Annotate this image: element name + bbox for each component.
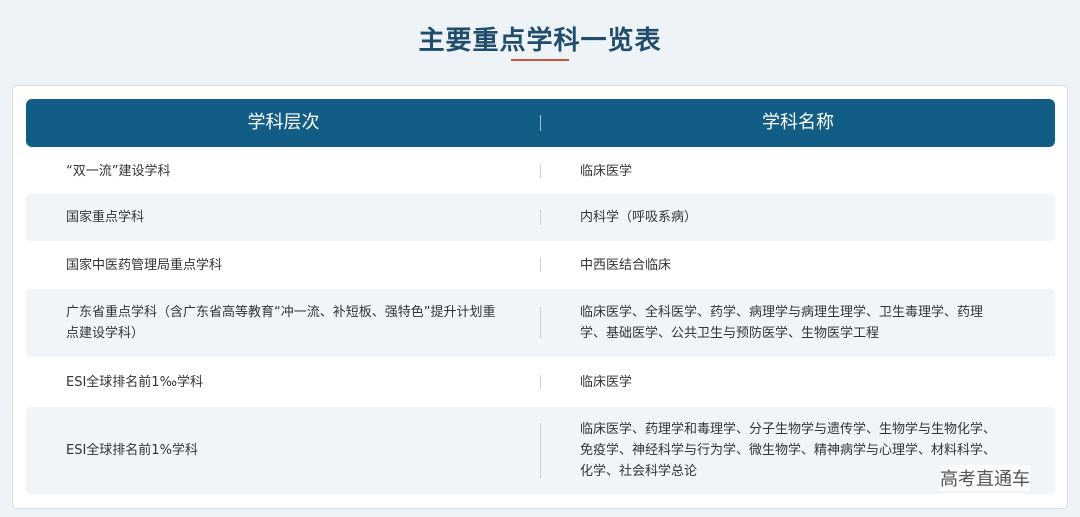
watermark: 高考直通车 — [940, 465, 1030, 491]
header-level: 学科层次 — [247, 112, 320, 133]
table-row: “双一流”建设学科 临床医学 — [26, 149, 1055, 193]
row-divider — [540, 210, 541, 225]
table-row: 国家重点学科 内科学（呼吸系病） — [26, 194, 1055, 241]
table-row: 广东省重点学科（含广东省高等教育“冲一流、补短板、强特色”提升计划重点建设学科）… — [26, 289, 1055, 357]
row-divider — [540, 258, 541, 272]
row-level: ESI全球排名前1%学科 — [66, 443, 198, 458]
row-names: 临床医学、药理学和毒理学、分子生物学与遗传学、生物学与生物化学、免疫学、神经科学… — [580, 422, 997, 479]
row-names: 内科学（呼吸系病） — [580, 210, 698, 225]
table-row: ESI全球排名前1%学科 临床医学、药理学和毒理学、分子生物学与遗传学、生物学与… — [26, 407, 1055, 494]
header-name: 学科名称 — [762, 112, 834, 133]
row-divider — [540, 307, 541, 339]
table-header: 学科层次 学科名称 — [26, 99, 1055, 147]
row-level: 国家重点学科 — [66, 210, 145, 225]
row-names: 临床医学、全科医学、药学、病理学与病理生理学、卫生毒理学、药理学、基础医学、公共… — [580, 305, 984, 341]
page-title: 主要重点学科一览表 — [418, 26, 662, 56]
row-level: ESI全球排名前1‰学科 — [66, 374, 204, 390]
title-underline — [511, 59, 569, 61]
row-names: 临床医学 — [580, 163, 633, 179]
row-level: 广东省重点学科（含广东省高等教育“冲一流、补短板、强特色”提升计划重点建设学科） — [66, 305, 496, 341]
row-names: 中西医结合临床 — [580, 257, 672, 273]
row-divider — [540, 164, 541, 178]
row-divider — [540, 423, 541, 478]
table-row: 国家中医药管理局重点学科 中西医结合临床 — [26, 242, 1055, 288]
discipline-table-card: 学科层次 学科名称 “双一流”建设学科 临床医学 国家重点学科 内科学（呼吸系病… — [12, 85, 1068, 509]
table-row: ESI全球排名前1‰学科 临床医学 — [26, 358, 1055, 406]
row-level: “双一流”建设学科 — [66, 163, 171, 179]
row-level: 国家中医药管理局重点学科 — [66, 257, 223, 273]
row-names: 临床医学 — [580, 374, 633, 390]
row-divider — [540, 375, 541, 389]
